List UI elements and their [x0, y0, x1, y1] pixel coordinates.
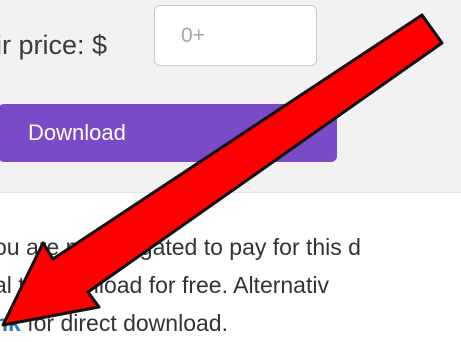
download-button[interactable]: Download: [0, 104, 337, 162]
info-line-3: nk for direct download.: [0, 304, 461, 342]
direct-download-link[interactable]: nk: [0, 310, 21, 336]
price-label: ir price: $: [0, 30, 108, 60]
download-info-text: ou are not obligated to pay for this d a…: [0, 228, 461, 342]
purchase-panel: ir price: $ Download: [0, 0, 461, 193]
info-line-3-rest: for direct download.: [20, 310, 228, 336]
info-line-2: al to download for free. Alternativ: [0, 272, 329, 298]
info-line-1: ou are not obligated to pay for this d: [0, 234, 361, 260]
price-input[interactable]: [154, 5, 317, 66]
